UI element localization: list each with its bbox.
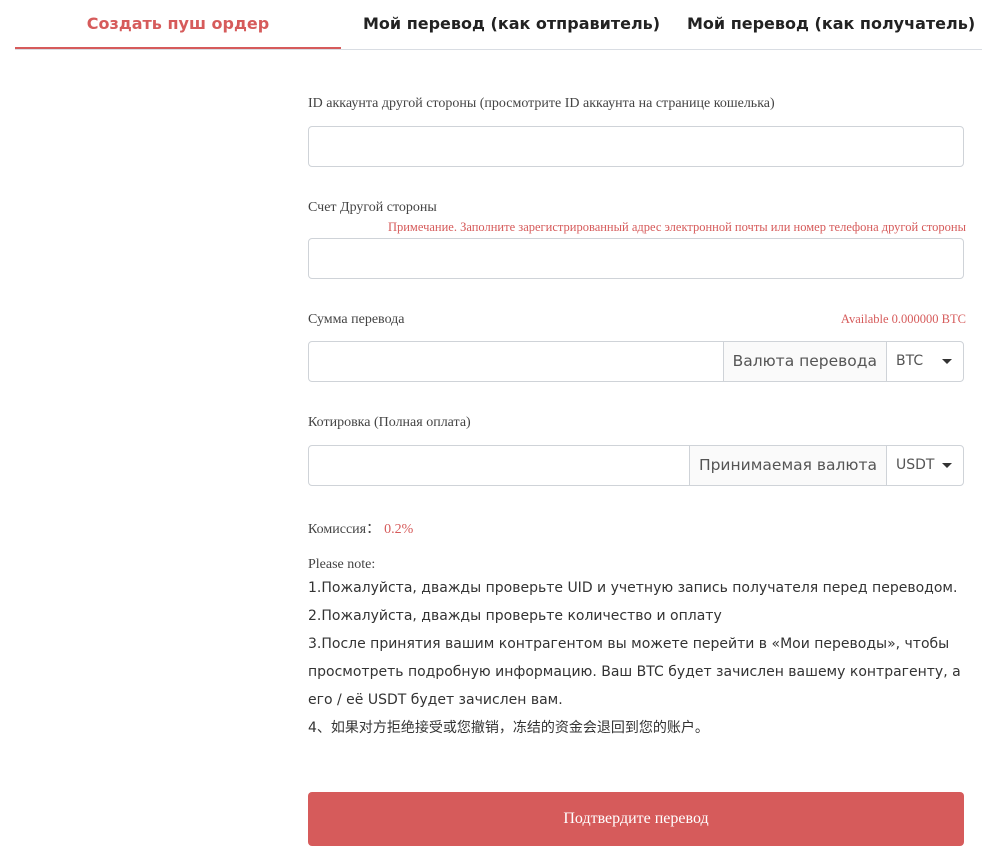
- active-tab-underline: [15, 47, 341, 49]
- confirm-transfer-button[interactable]: Подтвердите перевод: [308, 792, 964, 846]
- note-item: 3.После принятия вашим контрагентом вы м…: [308, 636, 961, 708]
- quote-label: Котировка (Полная оплата): [308, 415, 471, 430]
- tab-my-transfer-receiver[interactable]: Мой перевод (как получатель) [0]: [687, 0, 982, 50]
- please-note-heading: Please note:: [308, 557, 376, 572]
- transfer-currency-addon: Валюта перевода: [722, 342, 886, 381]
- note-item: 1.Пожалуйста, дважды проверьте UID и уче…: [308, 580, 958, 596]
- account-id-input[interactable]: [308, 126, 964, 167]
- counterparty-note: Примечание. Заполните зарегистрированный…: [387, 220, 966, 234]
- tab-my-transfer-sender[interactable]: Мой перевод (как отправитель): [363, 0, 660, 50]
- notes-list: 1.Пожалуйста, дважды проверьте UID и уче…: [308, 574, 964, 742]
- chevron-down-icon: [942, 359, 952, 364]
- transfer-currency-value: BTC: [896, 353, 924, 369]
- receive-currency-addon: Принимаемая валюта: [688, 446, 886, 485]
- transfer-amount-group: Валюта перевода BTC: [308, 341, 964, 382]
- transfer-currency-select[interactable]: BTC: [886, 342, 963, 381]
- quote-input[interactable]: [309, 446, 689, 485]
- note-item: 4、如果对方拒绝接受或您撤销，冻结的资金会退回到您的账户。: [308, 720, 709, 736]
- chevron-down-icon: [942, 463, 952, 468]
- tab-create-push-order[interactable]: Создать пуш ордер: [15, 0, 341, 50]
- note-item: 2.Пожалуйста, дважды проверьте количеств…: [308, 608, 722, 624]
- fee-label: Комиссия：: [308, 522, 381, 537]
- account-id-label: ID аккаунта другой стороны (просмотрите …: [308, 96, 775, 111]
- counterparty-account-label: Счет Другой стороны: [308, 200, 437, 215]
- quote-group: Принимаемая валюта USDT: [308, 445, 964, 486]
- available-balance: Available 0.000000 BTC: [840, 312, 966, 326]
- receive-currency-value: USDT: [896, 457, 935, 473]
- transfer-amount-label: Сумма перевода: [308, 312, 405, 327]
- receive-currency-select[interactable]: USDT: [886, 446, 963, 485]
- transfer-amount-input[interactable]: [309, 342, 723, 381]
- fee-row: Комиссия： 0.2%: [308, 518, 413, 538]
- tab-bar: Создать пуш ордер Мой перевод (как отпра…: [15, 0, 982, 50]
- fee-value: 0.2%: [384, 522, 414, 537]
- counterparty-account-input[interactable]: [308, 238, 964, 279]
